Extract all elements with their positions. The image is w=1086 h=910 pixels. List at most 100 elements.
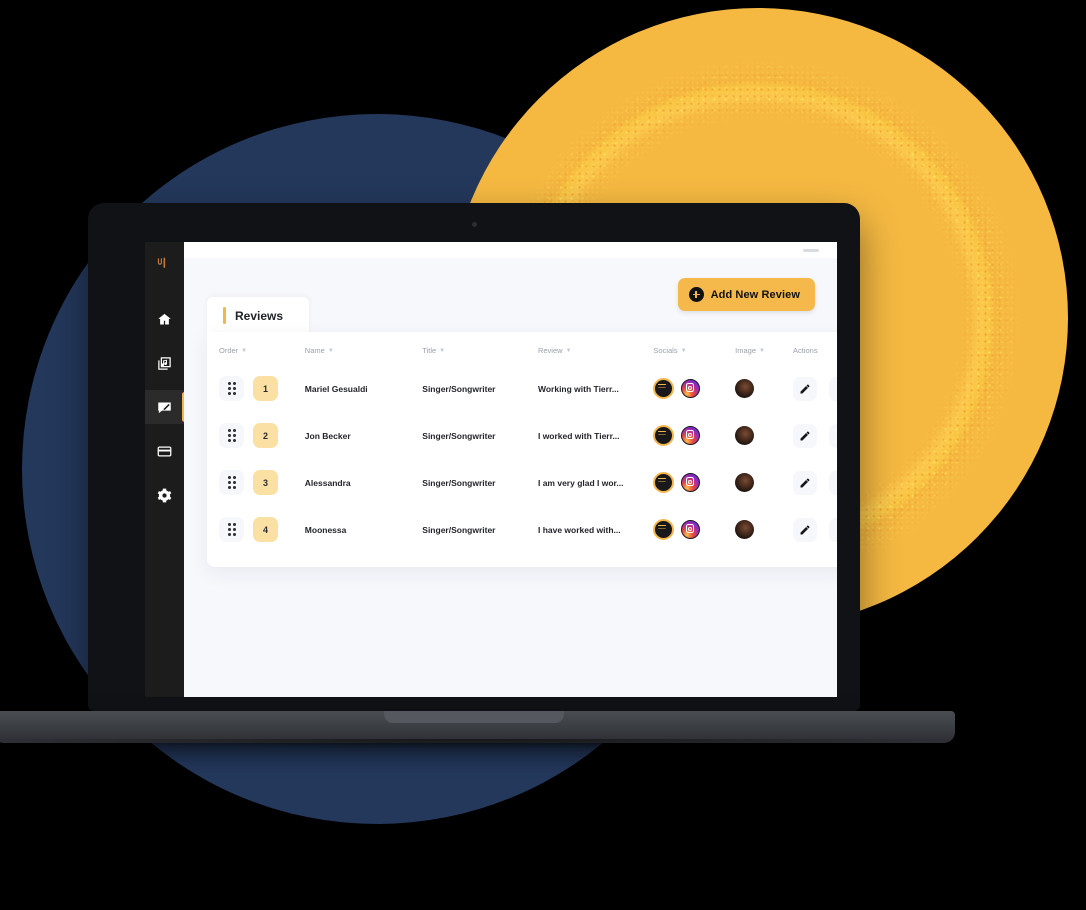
gear-icon (157, 488, 172, 502)
spotify-icon[interactable] (653, 425, 675, 446)
spotify-icon[interactable] (653, 472, 675, 493)
app-logo-mark (157, 250, 173, 276)
cell-order: 3 (207, 459, 305, 506)
sidebar-item-settings[interactable] (145, 478, 184, 512)
sort-arrow-icon: ▼ (439, 348, 446, 355)
admin-app: Add New Review Reviews Order ▼ Name ▼ Ti… (145, 242, 837, 697)
table-row[interactable]: 3 Alessandra Singer/Songwriter I am very… (207, 459, 837, 506)
grip-dots-icon (227, 429, 236, 442)
edit-icon (800, 384, 810, 393)
delete-row-button[interactable] (829, 376, 837, 401)
tab-reviews-label: Reviews (235, 308, 284, 323)
table-row[interactable]: 1 Mariel Gesualdi Singer/Songwriter Work… (207, 365, 837, 412)
column-header-title[interactable]: Title ▼ (422, 332, 538, 365)
spotify-icon[interactable] (653, 378, 675, 399)
edit-row-button[interactable] (793, 423, 817, 448)
music-library-icon (158, 356, 171, 370)
cell-socials (653, 506, 735, 553)
edit-row-button[interactable] (793, 470, 817, 495)
column-header-review[interactable]: Review ▼ (538, 332, 653, 365)
delete-row-button[interactable] (829, 517, 837, 542)
tab-accent-bar (223, 307, 226, 324)
drag-handle[interactable] (219, 376, 244, 401)
cell-review: I worked with Tierr... (537, 430, 620, 441)
column-header-image-label: Image (735, 346, 756, 355)
cell-name: Mariel Gesualdi (304, 383, 368, 394)
delete-row-button[interactable] (829, 423, 837, 448)
delete-icon (835, 524, 837, 536)
tab-reviews[interactable]: Reviews (207, 297, 310, 335)
column-header-socials[interactable]: Socials ▼ (653, 332, 735, 365)
spotify-icon[interactable] (653, 519, 675, 540)
edit-row-button[interactable] (793, 376, 817, 401)
cell-review: I have worked with... (537, 524, 621, 535)
cell-order: 4 (207, 506, 305, 553)
add-new-review-button[interactable]: Add New Review (677, 278, 815, 311)
grip-dots-icon (227, 382, 236, 395)
cell-socials (653, 412, 735, 459)
avatar-thumbnail (735, 426, 755, 445)
add-new-review-label: Add New Review (710, 288, 800, 301)
cell-title: Singer/Songwriter (422, 383, 496, 394)
instagram-icon[interactable] (681, 426, 701, 445)
order-badge: 2 (253, 423, 278, 448)
laptop-screen: Add New Review Reviews Order ▼ Name ▼ Ti… (145, 242, 837, 697)
instagram-icon[interactable] (681, 379, 701, 398)
cell-name: Jon Becker (304, 430, 351, 441)
order-badge: 1 (253, 376, 278, 401)
table-header: Order ▼ Name ▼ Title ▼ Review ▼ Socials … (207, 332, 837, 365)
cell-image (735, 506, 793, 553)
drag-handle[interactable] (219, 517, 244, 542)
column-header-image[interactable]: Image ▼ (735, 332, 793, 365)
grip-dots-icon (227, 476, 236, 489)
cell-image (735, 459, 793, 506)
cell-order: 1 (207, 365, 305, 412)
column-header-review-label: Review (537, 346, 563, 355)
cell-review: I am very glad I wor... (537, 477, 624, 488)
cell-title: Singer/Songwriter (422, 430, 496, 441)
cell-name: Alessandra (304, 477, 351, 488)
review-message-icon (158, 402, 171, 413)
cell-order: 2 (207, 412, 305, 459)
home-icon (158, 313, 171, 324)
credit-card-icon (157, 446, 172, 456)
sort-arrow-icon: ▼ (241, 348, 248, 355)
sort-arrow-icon: ▼ (680, 348, 687, 355)
column-header-order[interactable]: Order ▼ (207, 332, 305, 365)
sidebar-item-music[interactable] (145, 346, 184, 380)
column-header-title-label: Title (422, 346, 437, 355)
avatar-thumbnail (735, 520, 755, 539)
column-header-socials-label: Socials (653, 346, 678, 355)
tab-bar: Reviews (207, 297, 310, 335)
laptop-base-shadow (0, 739, 955, 749)
cell-image (735, 412, 793, 459)
cell-image (735, 365, 793, 412)
delete-row-button[interactable] (829, 470, 837, 495)
sidebar-item-home[interactable] (145, 302, 184, 336)
column-header-name[interactable]: Name ▼ (305, 332, 422, 365)
sidebar-item-reviews[interactable] (145, 390, 187, 424)
edit-icon (800, 478, 810, 487)
sidebar (145, 242, 187, 697)
main-content: Add New Review Reviews Order ▼ Name ▼ Ti… (184, 242, 837, 697)
instagram-icon[interactable] (681, 520, 701, 539)
delete-icon (835, 477, 837, 489)
order-badge: 3 (253, 470, 278, 495)
table-header-row: Order ▼ Name ▼ Title ▼ Review ▼ Socials … (207, 332, 837, 365)
drag-handle[interactable] (219, 470, 244, 495)
top-strip (184, 242, 837, 258)
table-row[interactable]: 2 Jon Becker Singer/Songwriter I worked … (207, 412, 837, 459)
cell-actions (793, 506, 837, 553)
sidebar-item-billing[interactable] (145, 434, 184, 468)
edit-row-button[interactable] (793, 517, 817, 542)
delete-icon (835, 430, 837, 442)
cell-socials (653, 365, 735, 412)
sort-arrow-icon: ▼ (759, 348, 765, 355)
delete-icon (835, 383, 837, 395)
drag-handle[interactable] (219, 423, 244, 448)
table-row[interactable]: 4 Moonessa Singer/Songwriter I have work… (207, 506, 837, 553)
order-badge: 4 (253, 517, 278, 542)
cell-title: Singer/Songwriter (422, 477, 496, 488)
instagram-icon[interactable] (681, 473, 701, 492)
window-handle (803, 249, 819, 252)
